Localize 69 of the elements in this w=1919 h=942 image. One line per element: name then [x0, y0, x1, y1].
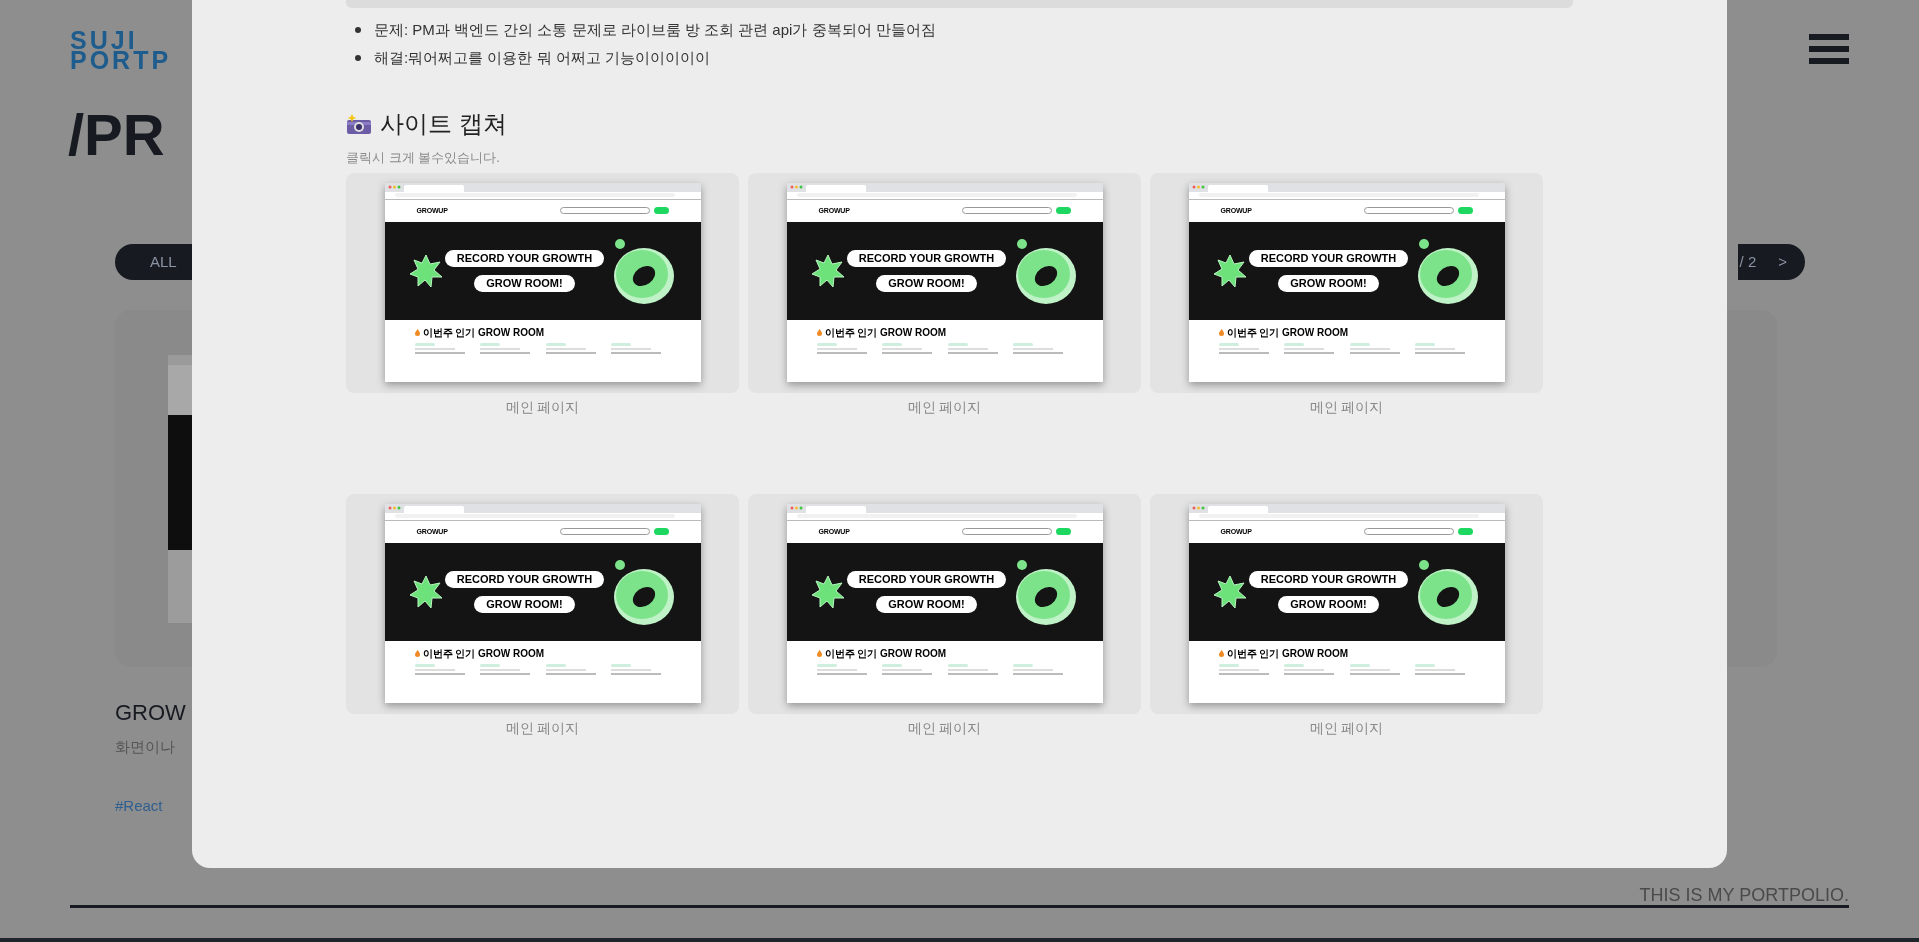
window-dots-icon — [1191, 505, 1206, 511]
star-drawing — [408, 574, 443, 609]
section-heading: 사이트 캡쳐 — [380, 112, 507, 136]
window-dots-icon — [387, 184, 402, 190]
hero-headline: GROW ROOM! — [474, 274, 575, 292]
next-page-button[interactable]: > — [1778, 250, 1787, 274]
hero-headline: RECORD YOUR GROWTH — [1248, 570, 1409, 588]
flame-icon — [816, 650, 822, 657]
flame-icon — [1218, 650, 1224, 657]
project-description: 화면이나 — [115, 737, 176, 757]
hero-headline: GROW ROOM! — [876, 595, 977, 613]
site-login-button — [1055, 207, 1071, 214]
browser-tab — [805, 505, 866, 513]
menu-icon[interactable] — [1809, 34, 1849, 65]
screenshot-caption: 메인 페이지 — [505, 718, 580, 738]
window-dots-icon — [387, 505, 402, 511]
site-login-button — [653, 207, 669, 214]
screenshot-caption: 메인 페이지 — [1309, 718, 1384, 738]
site-section-title: 이번주 인기 GROW ROOM — [824, 648, 947, 659]
flame-icon — [414, 650, 420, 657]
hero-headline: GROW ROOM! — [1278, 274, 1379, 292]
site-section-title: 이번주 인기 GROW ROOM — [1226, 327, 1349, 338]
flame-icon — [816, 329, 822, 336]
hero-headline: RECORD YOUR GROWTH — [444, 249, 605, 267]
browser-tab — [403, 184, 464, 192]
footer-text: THIS IS MY PORTPOLIO. — [1639, 886, 1849, 905]
section-hint: 클릭시 크게 볼수있습니다. — [346, 149, 501, 167]
flame-icon — [1218, 329, 1224, 336]
screenshot-caption: 메인 페이지 — [1309, 397, 1384, 417]
star-drawing — [810, 253, 845, 288]
site-login-button — [653, 528, 669, 535]
browser-tab — [1207, 505, 1268, 513]
bullet-icon — [355, 55, 361, 61]
window-dots-icon — [1191, 184, 1206, 190]
screenshot-caption: 메인 페이지 — [907, 397, 982, 417]
screenshot-caption: 메인 페이지 — [505, 397, 580, 417]
site-login-button — [1457, 528, 1473, 535]
hero-headline: RECORD YOUR GROWTH — [1248, 249, 1409, 267]
star-drawing — [810, 574, 845, 609]
flame-icon — [414, 329, 420, 336]
hero-headline: GROW ROOM! — [474, 595, 575, 613]
site-login-button — [1457, 207, 1473, 214]
page-title: /PR — [68, 102, 165, 167]
site-section-title: 이번주 인기 GROW ROOM — [422, 648, 545, 659]
browser-tab — [805, 184, 866, 192]
site-section-title: 이번주 인기 GROW ROOM — [1226, 648, 1349, 659]
site-section-title: 이번주 인기 GROW ROOM — [422, 327, 545, 338]
page-indicator: / 2 — [1739, 251, 1757, 272]
site-section-title: 이번주 인기 GROW ROOM — [824, 327, 947, 338]
star-drawing — [408, 253, 443, 288]
window-dots-icon — [789, 505, 804, 511]
screenshot-caption: 메인 페이지 — [907, 718, 982, 738]
star-drawing — [1212, 253, 1247, 288]
browser-tab — [1207, 184, 1268, 192]
window-dots-icon — [789, 184, 804, 190]
bullet-text: 해결:뭐어쩌고를 이용한 뭐 어쩌고 기능이이이이이 — [374, 48, 710, 68]
project-tag: #React — [115, 794, 163, 817]
hero-headline: GROW ROOM! — [876, 274, 977, 292]
star-drawing — [1212, 574, 1247, 609]
project-title: GROW — [115, 702, 187, 724]
site-login-button — [1055, 528, 1071, 535]
browser-tab — [403, 505, 464, 513]
camera-icon — [346, 114, 372, 134]
bullet-icon — [355, 27, 361, 33]
hero-headline: GROW ROOM! — [1278, 595, 1379, 613]
hero-headline: RECORD YOUR GROWTH — [444, 570, 605, 588]
hero-headline: RECORD YOUR GROWTH — [846, 249, 1007, 267]
hero-headline: RECORD YOUR GROWTH — [846, 570, 1007, 588]
bullet-text: 문제: PM과 백엔드 간의 소통 문제로 라이브룸 방 조회 관련 api가 중복되어 만들어짐 — [374, 20, 936, 40]
